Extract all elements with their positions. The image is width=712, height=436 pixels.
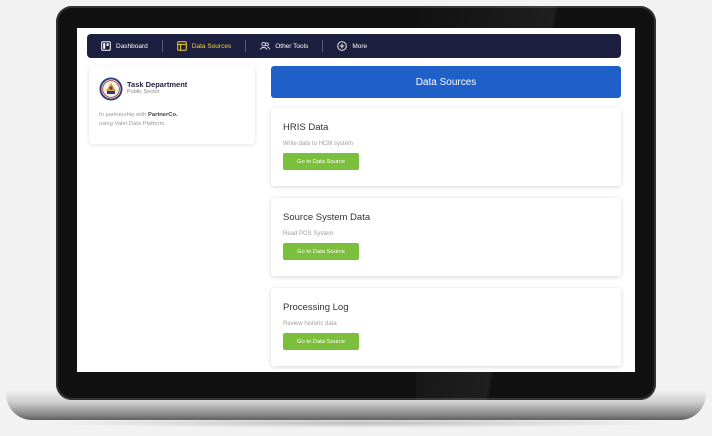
- table-icon: [177, 41, 187, 51]
- source-description: Review historic data: [283, 321, 337, 327]
- plus-circle-icon: [337, 41, 348, 51]
- app-screen: Dashboard Data Sources Other Tools More …: [77, 28, 635, 372]
- go-to-data-source-button[interactable]: Go to Data Source: [283, 153, 359, 170]
- nav-label-dashboard: Dashboard: [116, 42, 148, 50]
- dashboard-icon: [101, 41, 111, 51]
- users-icon: [260, 41, 271, 51]
- organization-card: Task Department Public Sector In partner…: [89, 66, 255, 144]
- source-title: Processing Log: [283, 302, 349, 313]
- top-nav: Dashboard Data Sources Other Tools More: [87, 34, 621, 58]
- source-card: Processing Log Review historic data Go t…: [271, 288, 621, 366]
- nav-item-more[interactable]: More: [337, 34, 367, 58]
- organization-subtitle: Public Sector: [127, 89, 160, 95]
- source-description: Read POS System: [283, 231, 334, 237]
- source-title: HRIS Data: [283, 122, 329, 133]
- nav-item-other-tools[interactable]: Other Tools: [260, 34, 308, 58]
- platform-note: using Valet Data Platform.: [99, 121, 166, 127]
- go-to-data-source-button[interactable]: Go to Data Source: [283, 333, 359, 350]
- page-title: Data Sources: [271, 66, 621, 98]
- nav-divider: [322, 40, 324, 52]
- source-card: Source System Data Read POS System Go to…: [271, 198, 621, 276]
- go-to-data-source-button[interactable]: Go to Data Source: [283, 243, 359, 260]
- partnership-prefix: In partnership with: [99, 112, 148, 118]
- nav-divider: [245, 40, 247, 52]
- organization-name: Task Department: [127, 80, 188, 89]
- partner-name: PartnerCo.: [147, 112, 178, 118]
- nav-label-other-tools: Other Tools: [275, 42, 309, 50]
- nav-item-dashboard[interactable]: Dashboard: [101, 34, 148, 58]
- nav-label-data-sources: Data Sources: [191, 42, 232, 50]
- source-description: Write data to HCM system: [283, 141, 353, 147]
- laptop-mockup: Dashboard Data Sources Other Tools More …: [0, 0, 712, 436]
- partnership-note: In partnership with PartnerCo.: [99, 112, 178, 118]
- source-card: HRIS Data Write data to HCM system Go to…: [271, 108, 621, 186]
- nav-divider: [161, 40, 163, 52]
- department-seal-icon: [99, 77, 123, 101]
- nav-label-more: More: [352, 42, 368, 50]
- nav-item-data-sources[interactable]: Data Sources: [177, 34, 231, 58]
- source-title: Source System Data: [283, 212, 371, 223]
